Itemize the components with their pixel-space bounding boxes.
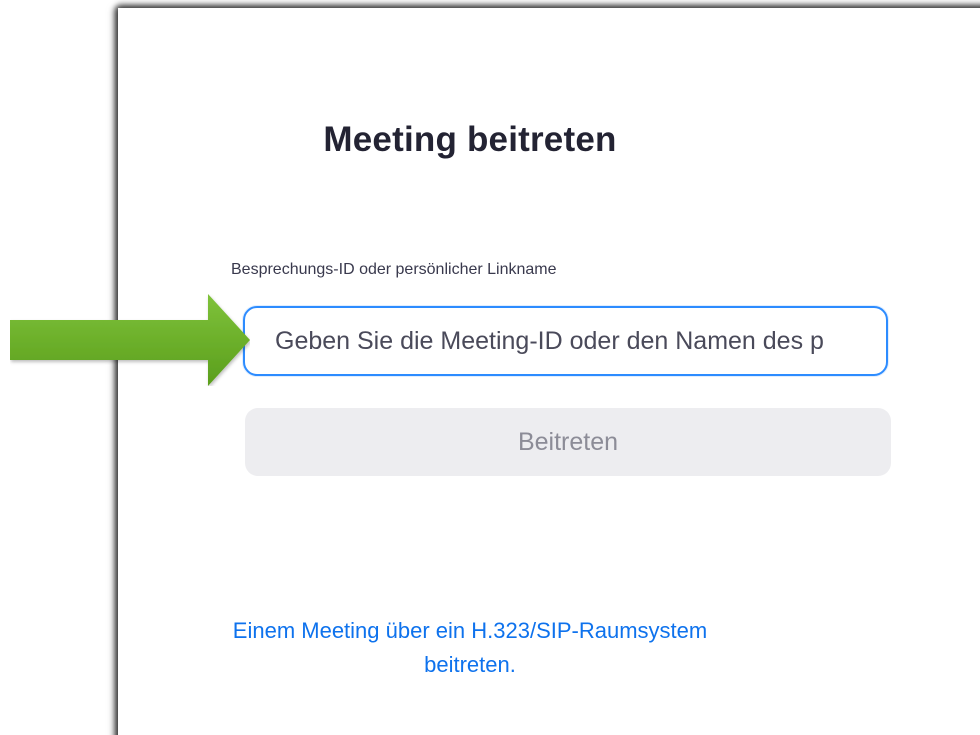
room-system-link-line2: beitreten. — [424, 652, 516, 677]
page-title: Meeting beitreten — [323, 120, 617, 159]
meeting-id-input[interactable] — [243, 306, 888, 376]
room-system-link-line1: Einem Meeting über ein H.323/SIP-Raumsys… — [232, 618, 708, 643]
green-arrow-icon — [10, 294, 250, 386]
room-system-join-link[interactable]: Einem Meeting über ein H.323/SIP-Raumsys… — [0, 614, 940, 682]
screen: Meeting beitreten Besprechungs-ID oder p… — [0, 0, 980, 735]
join-button[interactable]: Beitreten — [245, 408, 891, 476]
meeting-id-label: Besprechungs-ID oder persönlicher Linkna… — [231, 261, 557, 278]
